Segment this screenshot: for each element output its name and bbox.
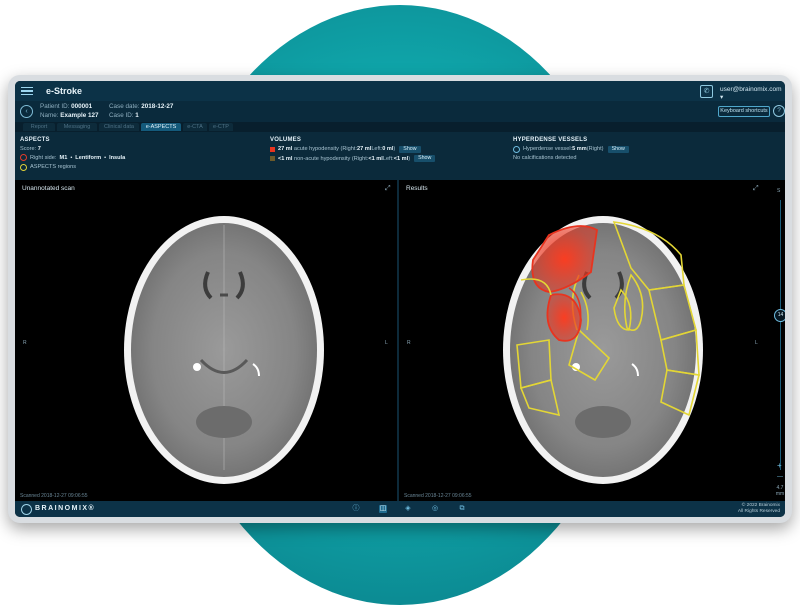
patient-id: Patient ID: 000001 [40, 103, 93, 110]
back-icon[interactable]: ‹ [20, 105, 33, 118]
results-summary: ASPECTS Score: 7 Right side: M1 • Lentifo… [15, 132, 785, 180]
tab-e-cta[interactable]: e-CTA [183, 123, 207, 131]
unannotated-pane[interactable]: Unannotated scan ⤢ R L Scanned 2018-12-2… [15, 180, 397, 501]
aspects-section: ASPECTS Score: 7 Right side: M1 • Lentifo… [20, 137, 125, 171]
hyperdense-vessel: Hyperdense vessel: 5 mm (Right) Show [513, 145, 629, 153]
show-acute-button[interactable]: Show [399, 145, 421, 153]
results-pane[interactable]: Results ⤢ R L Scanned 2018-12-27 09:06:5… [399, 180, 785, 501]
case-date: Case date: 2018-12-27 [109, 103, 174, 110]
aspects-title: ASPECTS [20, 137, 50, 143]
aspects-score: Score: 7 [20, 145, 41, 152]
hyperdense-section: HYPERDENSE VESSELS Hyperdense vessel: 5 … [513, 137, 629, 161]
keyboard-shortcuts-button[interactable]: Keyboard shortcuts [718, 106, 770, 117]
acute-color-swatch [270, 146, 275, 152]
aspects-regions-toggle[interactable]: ASPECTS regions [20, 163, 125, 171]
info-icon[interactable]: ⓘ [352, 505, 360, 513]
app-screen: e-Stroke ✆ user@brainomix.com ▾ ‹ Patien… [15, 81, 785, 517]
tablet-frame: e-Stroke ✆ user@brainomix.com ▾ ‹ Patien… [8, 75, 792, 523]
ct-scan-image [124, 216, 324, 484]
acute-hypodensity: 27 ml acute hypodensity (Right: 27 ml Le… [270, 145, 435, 153]
brainomix-logo-icon [21, 504, 32, 515]
brand-name: BRAINOMIX® [35, 505, 96, 512]
zoom-in-button[interactable]: + [777, 461, 782, 470]
image-viewer: Unannotated scan ⤢ R L Scanned 2018-12-2… [15, 180, 785, 501]
layers-icon[interactable]: ◈ [404, 505, 412, 513]
patient-name: Name: Example 127 [40, 112, 99, 119]
split-view-icon[interactable]: ◫ [379, 505, 387, 513]
title-bar: e-Stroke ✆ user@brainomix.com ▾ [15, 81, 785, 101]
nonacute-color-swatch [270, 156, 275, 161]
app-title: e-Stroke [46, 86, 83, 96]
slice-slider-handle[interactable]: 14 [774, 309, 785, 322]
target-icon[interactable]: ◎ [431, 505, 439, 513]
footer-bar: BRAINOMIX® ⓘ ◫ ◈ ◎ ⧉ © 2022 Brainomix Al… [15, 501, 785, 517]
copyright: © 2022 Brainomix All Rights Reserved [737, 503, 780, 514]
volumes-section: VOLUMES 27 ml acute hypodensity (Right: … [270, 137, 436, 162]
patient-header: ‹ Patient ID: 000001 Name: Example 127 C… [15, 101, 785, 122]
show-vessel-button[interactable]: Show [607, 145, 629, 153]
hyperdense-title: HYPERDENSE VESSELS [513, 137, 588, 143]
tab-messaging[interactable]: Messaging [57, 123, 97, 131]
nonacute-hypodensity: <1 ml non-acute hypodensity (Right: <1 m… [270, 155, 436, 162]
show-nonacute-button[interactable]: Show [414, 155, 436, 162]
case-id: Case ID: 1 [109, 112, 139, 119]
aspects-right-side: Right side: M1 • Lentiform • Insula [20, 154, 125, 161]
tab-report[interactable]: Report [23, 123, 55, 131]
slice-slider-track[interactable] [780, 200, 781, 470]
ct-results-image [503, 216, 703, 484]
menu-icon[interactable] [21, 86, 33, 96]
vessel-ring-icon [513, 145, 520, 153]
slider-top-label: S [777, 188, 781, 194]
zoom-out-button[interactable]: — [777, 474, 783, 480]
tab-e-ctp[interactable]: e-CTP [209, 123, 233, 131]
scanned-timestamp-right: Scanned 2018-12-27 09:06:55 [404, 493, 472, 499]
tab-clinical-data[interactable]: Clinical data [99, 123, 139, 131]
scanned-timestamp-left: Scanned 2018-12-27 09:06:55 [20, 493, 88, 499]
tab-bar: Report Messaging Clinical data e-ASPECTS… [15, 122, 785, 132]
help-icon[interactable]: ? [773, 105, 785, 117]
volumes-title: VOLUMES [270, 137, 302, 143]
calcification-status: No calcifications detected [513, 155, 577, 161]
tab-e-aspects[interactable]: e-ASPECTS [141, 123, 181, 131]
phone-icon[interactable]: ✆ [700, 85, 713, 98]
region-ring-icon [20, 163, 27, 171]
export-icon[interactable]: ⧉ [458, 505, 466, 513]
user-menu[interactable]: user@brainomix.com ▾ [720, 86, 785, 101]
lesion-ring-icon [20, 154, 27, 161]
slice-thickness: 4.7 mm [775, 485, 785, 497]
